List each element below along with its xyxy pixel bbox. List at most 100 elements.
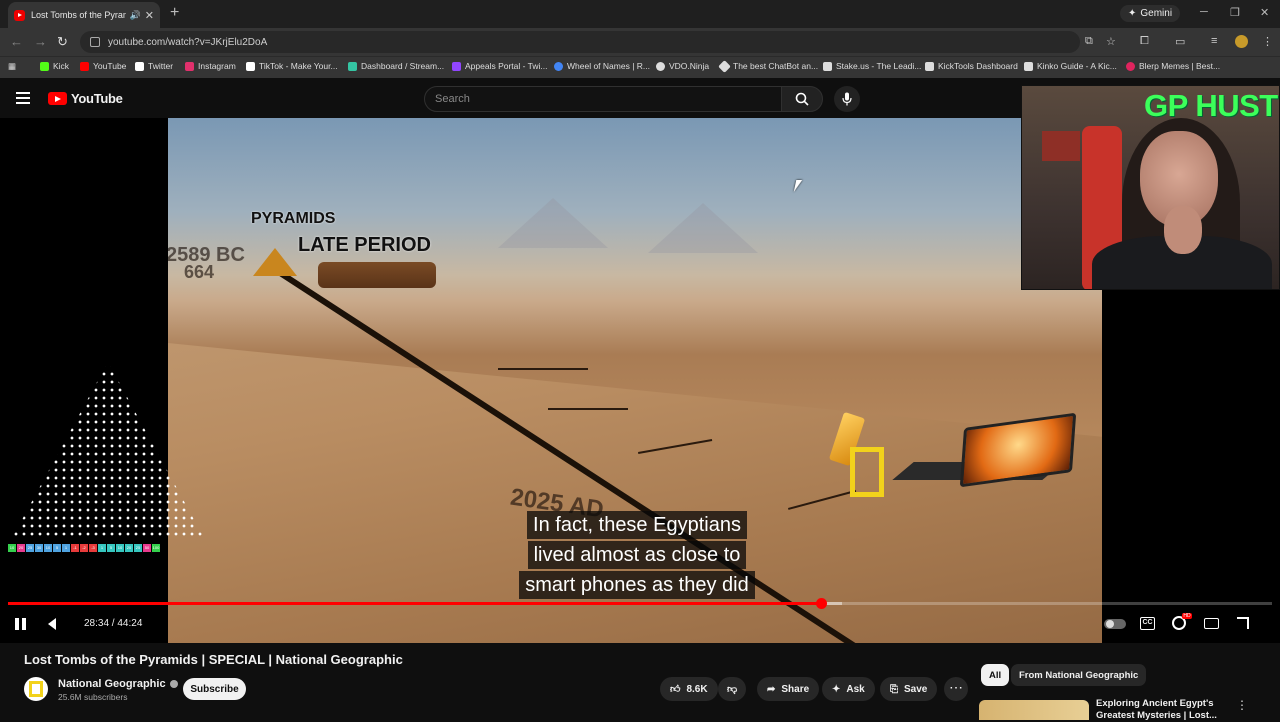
youtube-play-icon [48, 92, 67, 105]
site-info-icon[interactable] [90, 37, 100, 47]
verified-check-icon [169, 680, 178, 688]
url-bar[interactable]: youtube.com/watch?v=JKrjElu2DoA [80, 31, 1080, 53]
microphone-icon [842, 92, 852, 106]
voice-search-button[interactable] [834, 86, 860, 112]
instagram-icon [185, 61, 194, 71]
streamer-hand [1164, 206, 1202, 254]
bookmark-label: TikTok - Make Your... [259, 61, 338, 71]
progress-bar[interactable] [8, 598, 1272, 609]
stake-icon [823, 61, 832, 71]
pause-icon[interactable] [15, 618, 27, 630]
subscriber-count: 25.6M subscribers [58, 692, 128, 702]
cast-icon[interactable]: ▭ [1175, 35, 1185, 48]
captions: In fact, these Egyptians lived almost as… [494, 510, 780, 600]
reload-icon[interactable]: ↻ [57, 34, 68, 50]
bookmark-instagram[interactable]: Instagram [185, 61, 236, 71]
score-counter: 50 [143, 544, 151, 552]
back-arrow-icon[interactable]: ← [10, 34, 23, 49]
thumbs-up-icon: 👍︎ [670, 684, 681, 695]
captions-icon[interactable]: CC [1140, 617, 1155, 630]
subscribe-button[interactable]: Subscribe [183, 678, 246, 700]
browser-tab[interactable]: Lost Tombs of the Pyramids 🔊 ✕ [8, 2, 160, 28]
bookmark-label: Stake.us - The Leadi... [836, 61, 922, 71]
url-text: youtube.com/watch?v=JKrjElu2DoA [108, 36, 268, 48]
bookmark-label: The best ChatBot an... [733, 61, 819, 71]
search-input[interactable]: Search [424, 86, 782, 112]
bookmark-twitter[interactable]: Twitter [135, 61, 173, 71]
bookmark-stake[interactable]: Stake.us - The Leadi... [823, 61, 921, 71]
recommendation-thumbnail[interactable] [979, 700, 1089, 720]
search-button[interactable] [781, 86, 823, 112]
bookmark-chatbot[interactable]: The best ChatBot an... [718, 59, 819, 73]
kinko-icon [1024, 61, 1033, 71]
speaker-icon[interactable]: 🔊 [130, 10, 141, 21]
bookmark-vdo-ninja[interactable]: VDO.Ninja [656, 61, 709, 71]
kick-icon [40, 61, 49, 71]
extensions-icon[interactable]: ⧠ [1140, 35, 1149, 48]
save-button[interactable]: ⎘ Save [880, 677, 938, 701]
bookmarks-bar: ▦ Kick YouTube Twitter Instagram TikTok … [0, 56, 1280, 78]
score-counter: 10 [116, 544, 124, 552]
ask-label: Ask [846, 683, 865, 695]
channel-avatar[interactable] [24, 677, 48, 701]
apps-grid-icon[interactable]: ▦ [8, 61, 16, 72]
bookmark-youtube[interactable]: YouTube [80, 61, 126, 71]
forward-arrow-icon[interactable]: → [34, 34, 47, 49]
profile-avatar[interactable] [1235, 35, 1248, 48]
score-counter: -2 [80, 544, 88, 552]
ask-button[interactable]: ✦ Ask [822, 677, 875, 701]
more-actions-button[interactable]: ⋯ [944, 677, 968, 701]
bookmark-kicktools[interactable]: KickTools Dashboard [925, 61, 1018, 71]
search-placeholder: Search [435, 93, 470, 105]
close-tab-icon[interactable]: ✕ [145, 9, 154, 22]
bookmark-appeals[interactable]: Appeals Portal - Twi... [452, 61, 548, 71]
restore-button[interactable]: ❐ [1230, 6, 1240, 19]
bookmark-kinko-guide[interactable]: Kinko Guide - A Kic... [1024, 61, 1117, 71]
chip-all[interactable]: All [981, 664, 1010, 686]
menu-hamburger-icon[interactable] [16, 92, 30, 107]
national-geographic-watermark [850, 447, 884, 497]
media-control-icon[interactable]: ≡ [1211, 35, 1217, 47]
score-counter: 1 [98, 544, 106, 552]
score-counter: 25 [134, 544, 142, 552]
gemini-label: Gemini [1140, 8, 1173, 19]
bookmark-kick[interactable]: Kick [40, 61, 69, 71]
volume-icon[interactable] [48, 618, 56, 630]
score-counter-strip: 10 20 25 30 10 5 1 -1 -2 -3 1 5 10 20 25 50 100 [8, 544, 160, 552]
bookmark-label: Appeals Portal - Twi... [465, 61, 548, 71]
score-counter: 20 [17, 544, 25, 552]
like-button[interactable]: 👍︎ 8.6K [660, 677, 718, 701]
browser-menu-icon[interactable]: ⋮ [1262, 35, 1273, 48]
autoplay-toggle[interactable] [1104, 619, 1126, 629]
score-counter: 25 [26, 544, 34, 552]
close-window-button[interactable]: ✕ [1260, 6, 1269, 19]
bookmark-tiktok[interactable]: TikTok - Make Your... [246, 61, 338, 71]
minimize-button[interactable]: ─ [1200, 6, 1208, 18]
bookmark-wheel-of-names[interactable]: Wheel of Names | R... [554, 61, 650, 71]
share-button[interactable]: ➦ Share [757, 677, 820, 701]
bookmark-blerp[interactable]: Blerp Memes | Best... [1126, 61, 1220, 71]
youtube-logo[interactable]: YouTube [48, 91, 123, 106]
gemini-button[interactable]: ✦ Gemini [1120, 5, 1181, 22]
sparkle-icon: ✦ [1128, 8, 1137, 19]
timeline-tick [548, 408, 628, 410]
theater-mode-icon[interactable] [1204, 618, 1219, 629]
twitch-icon [452, 61, 461, 71]
bookmark-label: YouTube [93, 61, 127, 71]
fullscreen-icon[interactable] [1237, 617, 1249, 629]
share-label: Share [781, 683, 810, 695]
install-app-icon[interactable]: ⧉ [1085, 35, 1093, 48]
bookmark-dashboard[interactable]: Dashboard / Stream... [348, 61, 444, 71]
recommendation-title[interactable]: Exploring Ancient Egypt's Greatest Myste… [1096, 698, 1226, 722]
score-counter: 20 [125, 544, 133, 552]
scrubber-handle[interactable] [815, 598, 827, 609]
bookmark-star-icon[interactable]: ☆ [1106, 35, 1116, 48]
bookmark-label: Blerp Memes | Best... [1139, 61, 1221, 71]
channel-name[interactable]: National Geographic [58, 678, 178, 690]
dislike-button[interactable]: 👎︎ [718, 677, 747, 701]
new-tab-button[interactable]: + [170, 4, 179, 22]
score-counter: 5 [53, 544, 61, 552]
recommendation-menu-icon[interactable]: ⋮ [1236, 698, 1248, 712]
chip-from-channel[interactable]: From National Geographic [1011, 664, 1147, 686]
ninja-icon [656, 61, 665, 71]
